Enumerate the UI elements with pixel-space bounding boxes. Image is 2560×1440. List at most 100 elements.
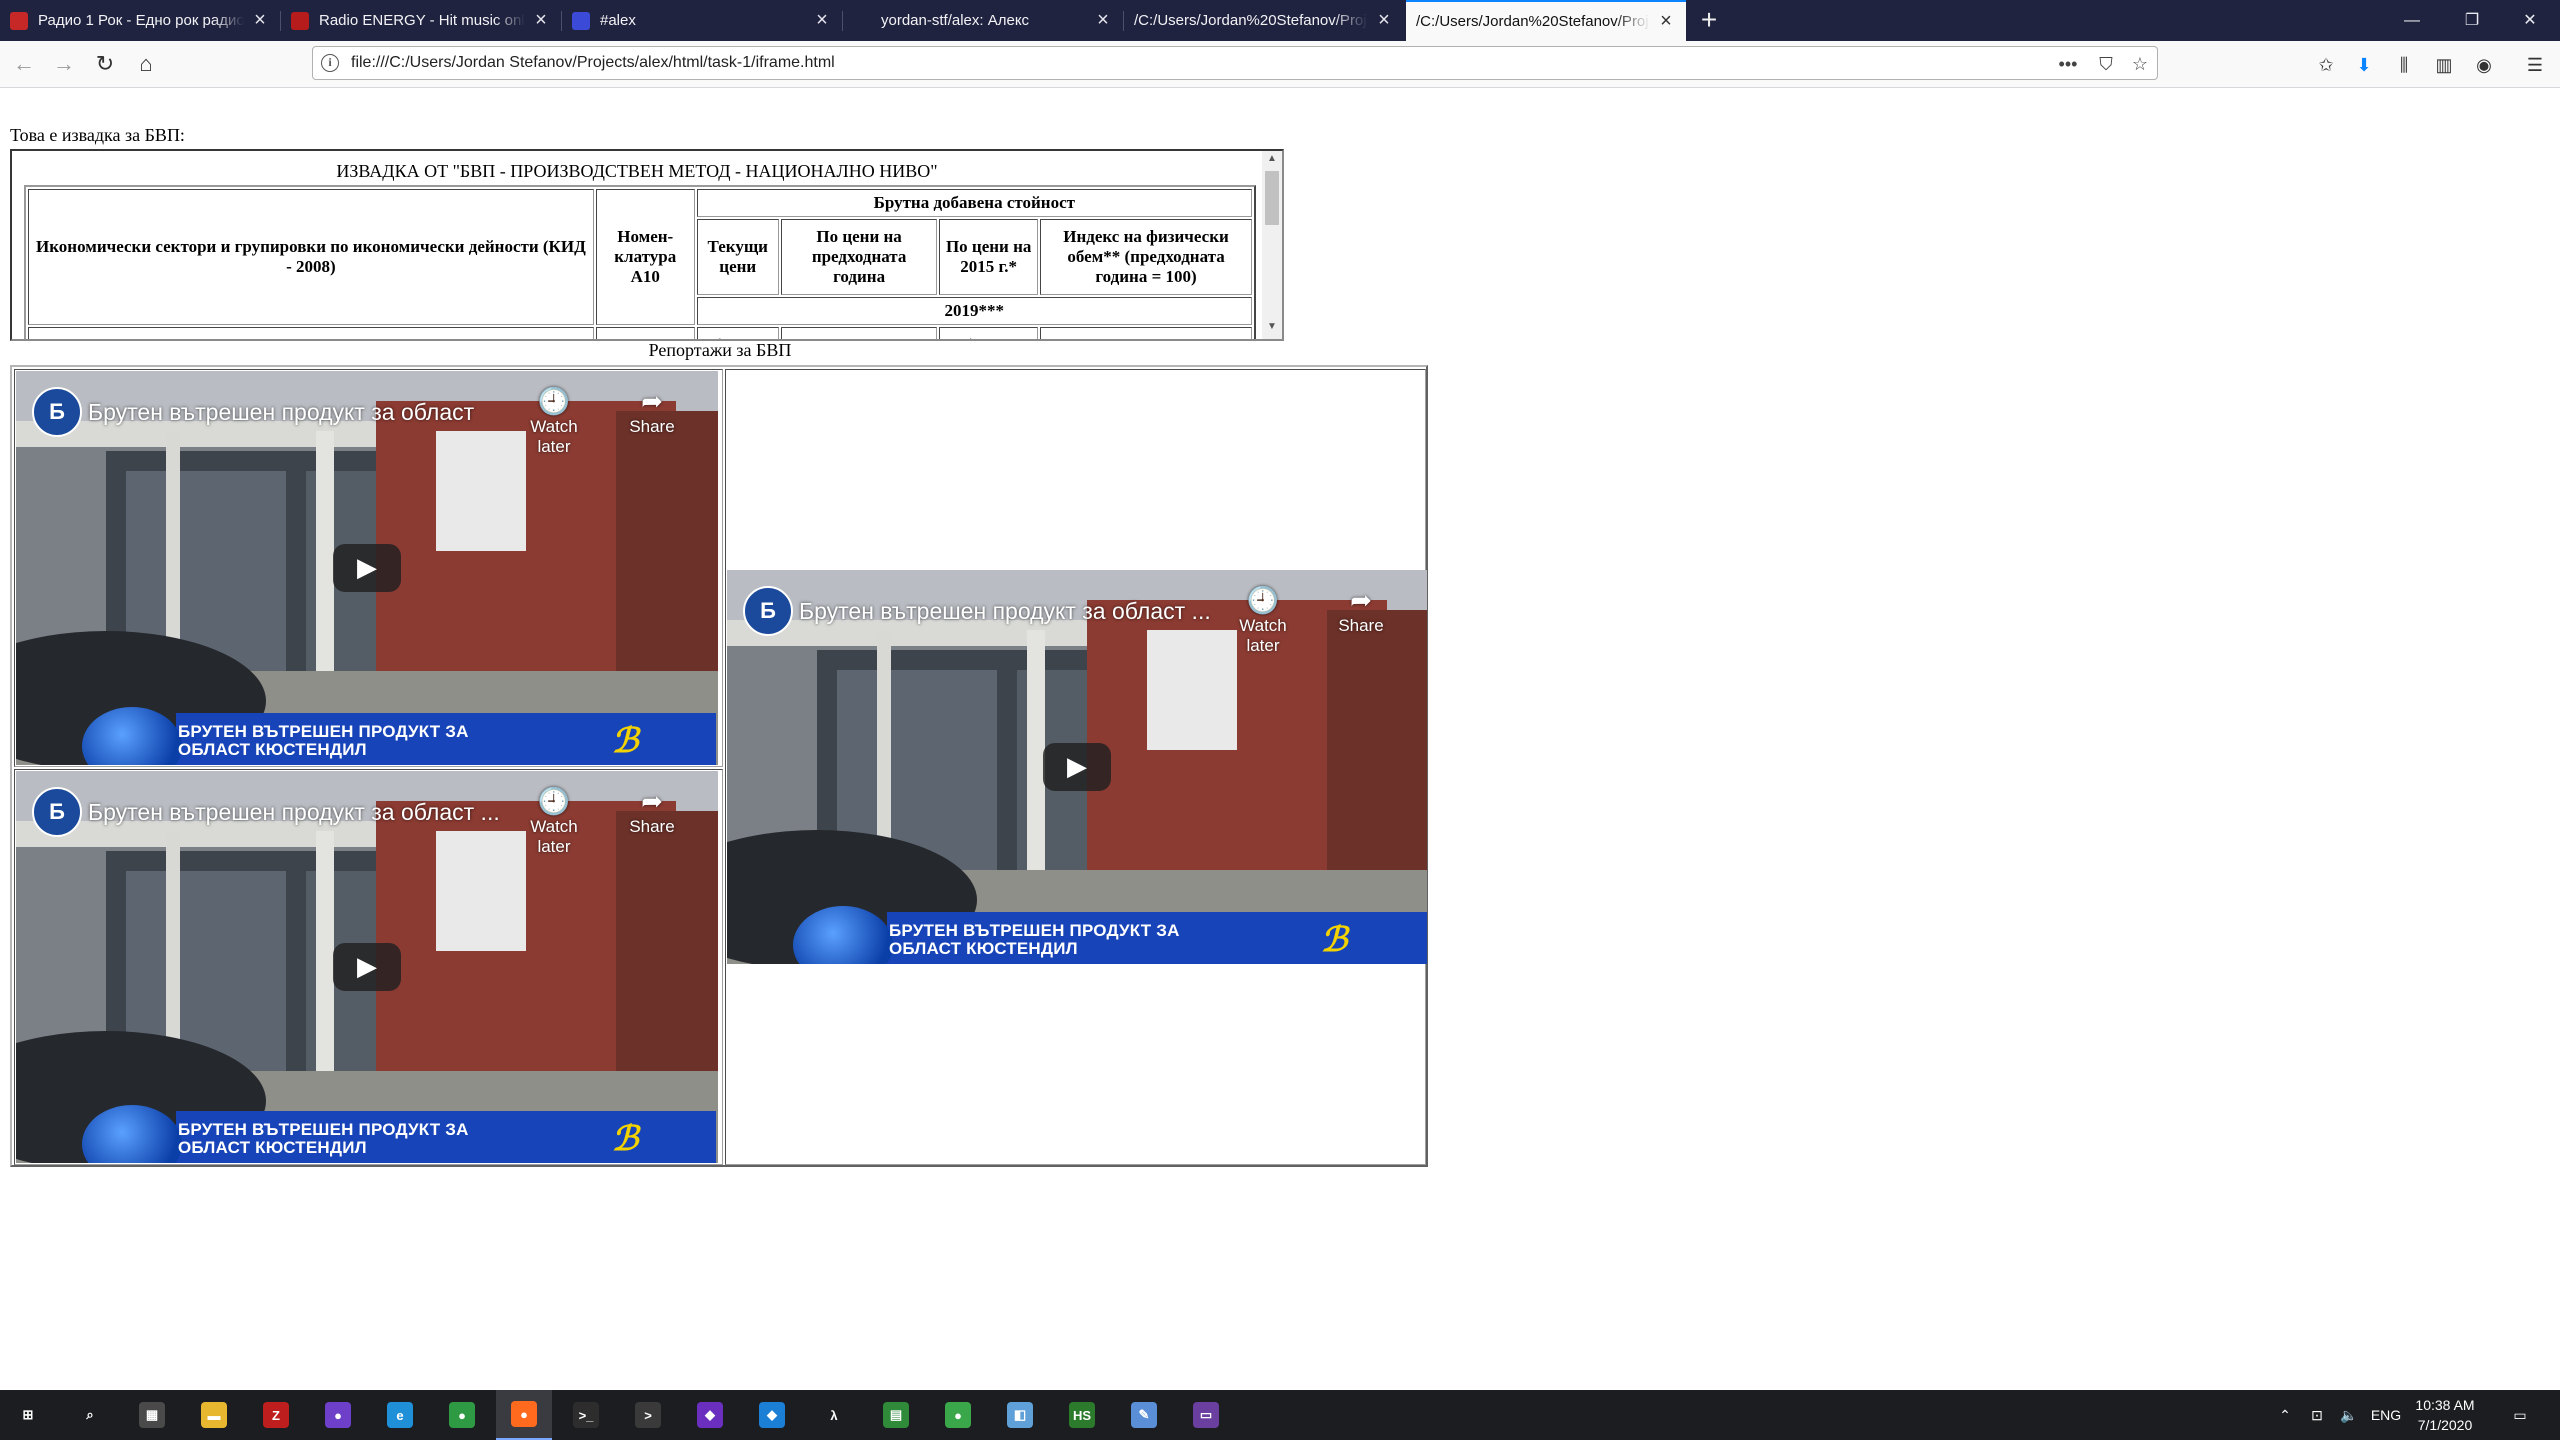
taskbar-console[interactable]: >	[620, 1390, 676, 1440]
taskbar-chrome[interactable]: ●	[434, 1390, 490, 1440]
minimize-button[interactable]: —	[2382, 0, 2442, 41]
close-tab-icon[interactable]: ×	[1374, 9, 1394, 32]
network-icon[interactable]: ⊡	[2302, 1390, 2332, 1440]
close-tab-icon[interactable]: ×	[812, 9, 832, 32]
channel-logo-icon[interactable]: Б	[743, 586, 793, 636]
watch-later-label: Watch later	[530, 817, 578, 856]
account-icon[interactable]: ◉	[2470, 54, 2498, 76]
download-icon[interactable]: ⬇	[2350, 54, 2378, 76]
tab-alex-channel[interactable]: #alex ×	[562, 0, 842, 41]
share-icon: ➦	[1350, 585, 1372, 615]
taskbar-calculator[interactable]: ▦	[124, 1390, 180, 1440]
taskbar-app-notes[interactable]: ◧	[992, 1390, 1048, 1440]
channel-logo-icon[interactable]: Б	[32, 387, 82, 437]
tab-title: /C:/Users/Jordan%20Stefanov/Proje	[1134, 12, 1368, 29]
navigation-toolbar: ← → ↻ ⌂ i file:///C:/Users/Jordan Stefan…	[0, 41, 2560, 88]
pocket-icon[interactable]: ⛉	[2093, 54, 2119, 74]
taskbar-visual-studio[interactable]: ◆	[682, 1390, 738, 1440]
firefox-icon: ●	[511, 1401, 537, 1427]
play-icon[interactable]: ▶	[333, 943, 401, 991]
terminal-icon: >_	[573, 1402, 599, 1428]
header-sectors: Икономически сектори и групировки по ико…	[28, 189, 594, 325]
slack-favicon-icon	[572, 11, 590, 30]
tray-chevron-icon[interactable]: ⌃	[2270, 1390, 2300, 1440]
scroll-down-icon[interactable]: ▼	[1262, 321, 1282, 337]
youtube-embed-3[interactable]: Б Брутен вътрешен продукт за област ... …	[727, 570, 1427, 964]
taskbar-app-hs[interactable]: HS	[1054, 1390, 1110, 1440]
library-icon[interactable]: ⫼	[2390, 54, 2418, 76]
share-button[interactable]: ➦ Share	[1321, 584, 1401, 636]
menu-icon[interactable]: ☰	[2521, 54, 2549, 76]
tab-radio-energy[interactable]: Radio ENERGY - Hit music only ×	[281, 0, 561, 41]
iframe-scrollbar[interactable]: ▲ ▼	[1262, 151, 1282, 339]
tab-local-file[interactable]: /C:/Users/Jordan%20Stefanov/Proje ×	[1124, 0, 1404, 41]
taskbar-app-purple[interactable]: ▭	[1178, 1390, 1234, 1440]
close-tab-icon[interactable]: ×	[1093, 9, 1113, 32]
vscode-icon: ◆	[759, 1402, 785, 1428]
taskbar-app-sheet[interactable]: ▤	[868, 1390, 924, 1440]
taskbar-app-lambda[interactable]: λ	[806, 1390, 862, 1440]
site-info-icon[interactable]: i	[321, 54, 339, 72]
reader-view-icon[interactable]: ✩	[2312, 54, 2340, 76]
channel-logo-icon[interactable]: Б	[32, 787, 82, 837]
address-bar[interactable]: i file:///C:/Users/Jordan Stefanov/Proje…	[312, 46, 2158, 80]
home-button[interactable]: ⌂	[130, 48, 162, 80]
close-tab-icon[interactable]: ×	[250, 9, 270, 32]
url-text[interactable]: file:///C:/Users/Jordan Stefanov/Project…	[351, 54, 835, 72]
taskbar-app-paint[interactable]: ✎	[1116, 1390, 1172, 1440]
video-title[interactable]: Брутен вътрешен продукт за област ...	[799, 598, 1211, 625]
new-tab-button[interactable]: +	[1694, 0, 1724, 41]
taskbar-search-button[interactable]: ⌕	[62, 1390, 118, 1440]
play-icon[interactable]: ▶	[1043, 743, 1111, 791]
sidebar-icon[interactable]: ▥	[2430, 54, 2458, 76]
tab-local-file-active[interactable]: /C:/Users/Jordan%20Stefanov/Proje ×	[1406, 0, 1686, 41]
tab-radio1rock[interactable]: Радио 1 Рок - Едно рок радио ×	[0, 0, 280, 41]
share-button[interactable]: ➦ Share	[612, 785, 692, 837]
gdp-table: Икономически сектори и групировки по ико…	[24, 185, 1256, 339]
video-title[interactable]: Брутен вътрешен продукт за област	[88, 399, 474, 426]
restore-button[interactable]: ❐	[2442, 0, 2502, 41]
watch-later-button[interactable]: 🕘 Watch later	[514, 385, 594, 457]
taskbar-terminal[interactable]: >_	[558, 1390, 614, 1440]
scroll-thumb[interactable]	[1265, 171, 1279, 225]
header-current-prices: Текущи цени	[696, 219, 779, 295]
tab-title: #alex	[600, 12, 636, 29]
close-tab-icon[interactable]: ×	[1656, 10, 1676, 33]
forward-button[interactable]: →	[48, 48, 80, 80]
youtube-embed-2[interactable]: Б Брутен вътрешен продукт за област ... …	[16, 771, 718, 1163]
back-button[interactable]: ←	[8, 48, 40, 80]
channel-bug-icon: ℬ	[611, 1121, 639, 1158]
start-button-icon: ⊞	[15, 1402, 41, 1428]
news-ticker-text: БРУТЕН ВЪТРЕШЕН ПРОДУКТ ЗА ОБЛАСТ КЮСТЕНД…	[889, 921, 1180, 958]
volume-icon[interactable]: 🔈	[2334, 1390, 2364, 1440]
taskbar-filezilla[interactable]: Z	[248, 1390, 304, 1440]
youtube-embed-1[interactable]: Б Брутен вътрешен продукт за област 🕘 Wat…	[16, 371, 718, 765]
close-window-button[interactable]: ✕	[2500, 0, 2560, 41]
watch-later-button[interactable]: 🕘 Watch later	[514, 785, 594, 857]
video-title[interactable]: Брутен вътрешен продукт за област ...	[88, 799, 500, 826]
taskbar-edge[interactable]: e	[372, 1390, 428, 1440]
bookmark-star-icon[interactable]: ☆	[2127, 54, 2153, 74]
taskbar-github-desktop[interactable]: ●	[310, 1390, 366, 1440]
page-actions-icon[interactable]: •••	[2055, 54, 2081, 74]
taskbar-file-explorer[interactable]: ▬	[186, 1390, 242, 1440]
channel-bug-icon: ℬ	[1320, 922, 1348, 959]
taskbar-firefox[interactable]: ●	[496, 1390, 552, 1440]
header-prev-year-prices: По цени на предходната година	[780, 219, 938, 295]
taskbar-vscode[interactable]: ◆	[744, 1390, 800, 1440]
taskbar-start-button[interactable]: ⊞	[0, 1390, 56, 1440]
scroll-up-icon[interactable]: ▲	[1262, 153, 1282, 169]
app-sheet-icon: ▤	[883, 1402, 909, 1428]
watch-later-button[interactable]: 🕘 Watch later	[1223, 584, 1303, 656]
play-icon[interactable]: ▶	[333, 544, 401, 592]
close-tab-icon[interactable]: ×	[531, 9, 551, 32]
share-label: Share	[1338, 616, 1384, 635]
tab-github-repo[interactable]: yordan-stf/alex: Алекс ×	[843, 0, 1123, 41]
clock-icon: 🕘	[1246, 585, 1280, 615]
share-button[interactable]: ➦ Share	[612, 385, 692, 437]
notifications-icon[interactable]: ▭	[2500, 1390, 2540, 1440]
reload-button[interactable]: ↻	[89, 48, 121, 80]
system-clock[interactable]: 10:38 AM 7/1/2020	[2400, 1395, 2490, 1435]
taskbar-app-green[interactable]: ●	[930, 1390, 986, 1440]
gdp-iframe[interactable]: ИЗВАДКА ОТ "БВП - ПРОИЗВОДСТВЕН МЕТОД - …	[10, 149, 1284, 341]
